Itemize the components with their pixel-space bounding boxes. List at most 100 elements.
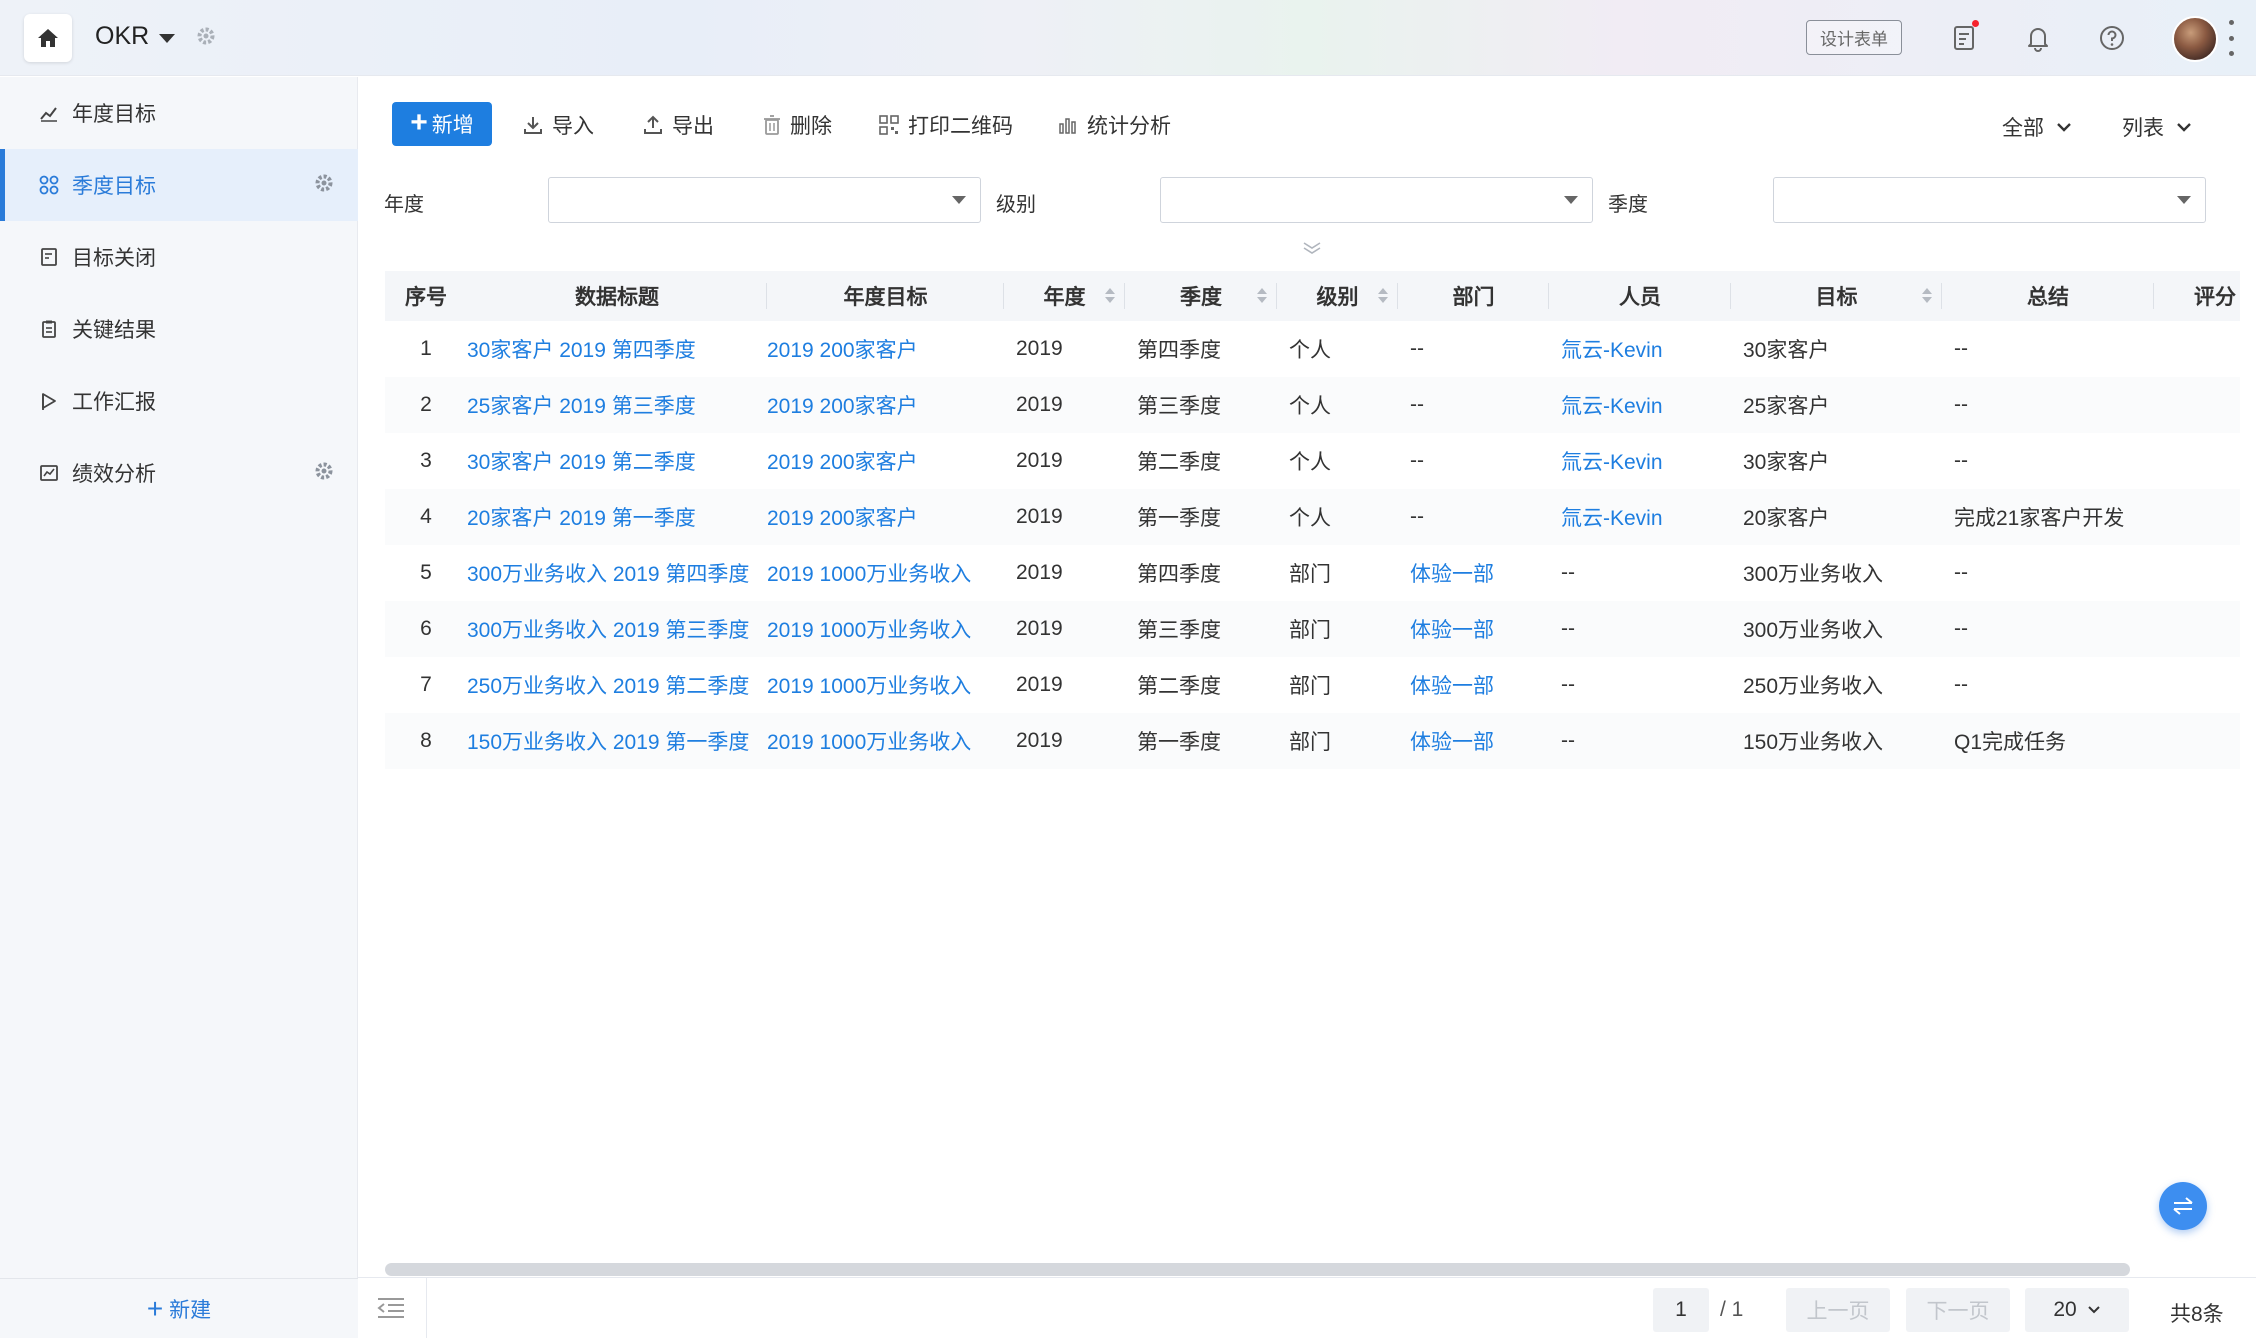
column-header[interactable]: 总结 [1942,271,2154,321]
sidebar-item-performance-analysis[interactable]: 绩效分析 [0,437,358,509]
sidebar-item-label: 目标关闭 [72,247,156,270]
column-header[interactable]: 人员 [1549,271,1731,321]
more-vertical-icon[interactable] [2228,20,2234,56]
cell-annual-goal-link[interactable]: 2019 200家客户 [767,321,1004,377]
user-avatar[interactable] [2172,16,2218,62]
help-button[interactable] [2096,22,2128,54]
cell-title-link[interactable]: 30家客户 2019 第四季度 [467,321,767,377]
cell-department-link[interactable]: 体验一部 [1398,713,1549,769]
collapse-filters-icon[interactable] [1301,241,1323,260]
table-row[interactable]: 6 300万业务收入 2019 第三季度 2019 1000万业务收入 2019 第三季… [385,601,2240,657]
table-row[interactable]: 1 30家客户 2019 第四季度 2019 200家客户 2019 第四季度 个人 -- 氚… [385,321,2240,377]
cell-person-link[interactable]: 氚云-Kevin [1549,377,1731,433]
delete-button[interactable]: 删除 [762,110,832,140]
table-row[interactable]: 3 30家客户 2019 第二季度 2019 200家客户 2019 第二季度 个人 -- 氚… [385,433,2240,489]
horizontal-scrollbar[interactable] [385,1263,2130,1276]
sidebar-item-label: 工作汇报 [72,391,156,414]
import-button[interactable]: 导入 [522,110,594,140]
prev-page-button[interactable]: 上一页 [1786,1288,1890,1332]
table-row[interactable]: 7 250万业务收入 2019 第二季度 2019 1000万业务收入 2019 第二季… [385,657,2240,713]
cell-level: 部门 [1289,619,1331,642]
cell-annual-goal-link[interactable]: 2019 200家客户 [767,489,1004,545]
cell-department-link[interactable]: 体验一部 [1398,601,1549,657]
column-header[interactable]: 级别 [1277,271,1398,321]
quarter-filter-select[interactable] [1773,177,2206,223]
sort-icon[interactable] [1105,288,1115,303]
column-header[interactable]: 序号 [385,271,467,321]
year-filter-label: 年度 [384,194,424,216]
page-number-input[interactable]: 1 [1653,1288,1709,1332]
cell-annual-goal-link[interactable]: 2019 1000万业务收入 [767,713,1004,769]
level-filter-select[interactable] [1160,177,1593,223]
column-header[interactable]: 年度 [1004,271,1125,321]
notifications-button[interactable] [2022,22,2054,54]
home-button[interactable] [24,14,72,62]
table-row[interactable]: 4 20家客户 2019 第一季度 2019 200家客户 2019 第一季度 个人 -- 氚… [385,489,2240,545]
app-settings-gear-icon[interactable] [196,26,216,51]
table-row[interactable]: 5 300万业务收入 2019 第四季度 2019 1000万业务收入 2019 第四季… [385,545,2240,601]
cell-title-link[interactable]: 150万业务收入 2019 第一季度 [467,713,767,769]
column-header[interactable]: 目标 [1731,271,1942,321]
sidebar-item-key-results[interactable]: 关键结果 [0,293,358,365]
floating-action-button[interactable] [2159,1182,2207,1230]
page-total: / 1 [1720,1298,1744,1321]
sort-icon[interactable] [1257,288,1267,303]
statistics-button[interactable]: 统计分析 [1057,110,1171,140]
clipboard-icon [38,318,60,340]
add-button[interactable]: + 新增 [392,102,492,146]
gear-icon[interactable] [314,173,334,199]
cell-person: -- [1561,729,1575,752]
cell-quarter: 第二季度 [1137,451,1221,474]
sidebar-item-label: 关键结果 [72,319,156,342]
sidebar-item-annual-goals[interactable]: 年度目标 [0,77,358,149]
cell-annual-goal-link[interactable]: 2019 200家客户 [767,377,1004,433]
export-button[interactable]: 导出 [642,110,714,140]
design-form-button[interactable]: 设计表单 [1806,20,1902,55]
scope-dropdown[interactable]: 全部 [2002,112,2072,142]
cell-title-link[interactable]: 25家客户 2019 第三季度 [467,377,767,433]
cell-summary: -- [1954,561,1968,584]
app-switcher[interactable]: OKR [95,22,176,51]
sidebar-item-quarterly-goals[interactable]: 季度目标 [0,149,358,221]
cell-department-link[interactable]: 体验一部 [1398,545,1549,601]
page-size-select[interactable]: 20 [2025,1288,2129,1332]
table-row[interactable]: 2 25家客户 2019 第三季度 2019 200家客户 2019 第三季度 个人 -- 氚… [385,377,2240,433]
cell-annual-goal-link[interactable]: 2019 200家客户 [767,433,1004,489]
cell-department-link[interactable]: 体验一部 [1398,657,1549,713]
cell-person-link[interactable]: 氚云-Kevin [1549,433,1731,489]
sort-icon[interactable] [1378,288,1388,303]
cell-department: -- [1410,337,1424,360]
sidebar-item-work-report[interactable]: 工作汇报 [0,365,358,437]
cell-annual-goal-link[interactable]: 2019 1000万业务收入 [767,657,1004,713]
column-header[interactable]: 季度 [1125,271,1277,321]
cell-annual-goal-link[interactable]: 2019 1000万业务收入 [767,545,1004,601]
column-header[interactable]: 数据标题 [467,271,767,321]
plus-icon: + [146,1292,164,1324]
cell-title-link[interactable]: 250万业务收入 2019 第二季度 [467,657,767,713]
cell-person-link[interactable]: 氚云-Kevin [1549,321,1731,377]
todo-list-button[interactable] [1949,20,1981,54]
level-filter-label: 级别 [996,194,1036,216]
cell-title-link[interactable]: 30家客户 2019 第二季度 [467,433,767,489]
column-header[interactable]: 年度目标 [767,271,1004,321]
table-row[interactable]: 8 150万业务收入 2019 第一季度 2019 1000万业务收入 2019 第一季… [385,713,2240,769]
collapse-sidebar-icon[interactable] [376,1296,406,1325]
cell-title-link[interactable]: 300万业务收入 2019 第四季度 [467,545,767,601]
gear-icon[interactable] [314,461,334,487]
print-qr-button[interactable]: 打印二维码 [878,110,1013,140]
cell-level: 个人 [1289,339,1331,362]
sort-icon[interactable] [1922,288,1932,303]
sidebar-item-goal-close[interactable]: 目标关闭 [0,221,358,293]
cell-annual-goal-link[interactable]: 2019 1000万业务收入 [767,601,1004,657]
cell-person-link[interactable]: 氚云-Kevin [1549,489,1731,545]
view-dropdown[interactable]: 列表 [2122,112,2192,142]
cell-title-link[interactable]: 300万业务收入 2019 第三季度 [467,601,767,657]
cell-year: 2019 [1016,505,1063,528]
top-bar: OKR 设计表单 [0,0,2256,76]
column-header[interactable]: 评分 [2154,271,2240,321]
next-page-button[interactable]: 下一页 [1906,1288,2010,1332]
year-filter-select[interactable] [548,177,981,223]
column-header[interactable]: 部门 [1398,271,1549,321]
sidebar-new-button[interactable]: + 新建 [0,1278,358,1338]
cell-title-link[interactable]: 20家客户 2019 第一季度 [467,489,767,545]
